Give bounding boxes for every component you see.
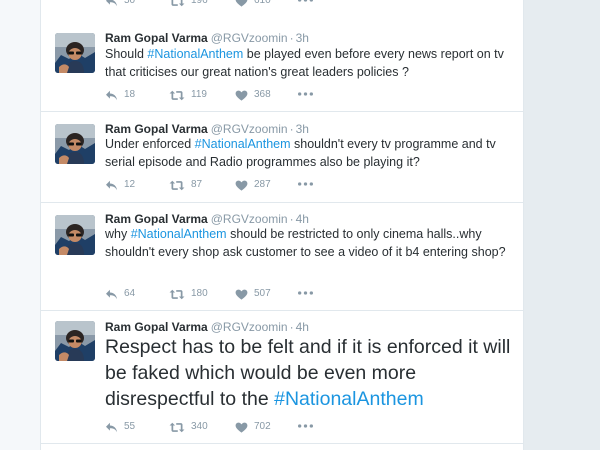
tweet-header: Ram Gopal Varma @RGVzoomin · 4h (105, 320, 309, 334)
like-count: 368 (254, 89, 271, 100)
tweet-text: Under enforced #NationalAnthem shouldn't… (105, 135, 510, 171)
retweet-button[interactable]: 119 (169, 87, 207, 104)
more-icon (298, 92, 313, 96)
tweet-timeline[interactable]: 50 196 610 Ram Gopal Varma @RGVzoomin · 3h … (40, 0, 524, 450)
retweet-count: 180 (191, 288, 208, 299)
reply-icon (105, 0, 118, 7)
reply-count: 55 (124, 421, 136, 432)
reply-icon (105, 422, 118, 433)
like-button[interactable]: 702 (235, 419, 271, 436)
tweet-header: Ram Gopal Varma @RGVzoomin · 3h (105, 31, 309, 45)
tweet-time[interactable]: 3h (296, 31, 309, 45)
tweet-1[interactable]: Ram Gopal Varma @RGVzoomin · 3h Should #Nat… (41, 21, 523, 112)
like-count: 702 (254, 421, 271, 432)
retweet-button[interactable]: 340 (169, 419, 208, 436)
heart-icon (235, 289, 248, 300)
reply-button[interactable]: 12 (105, 177, 135, 194)
profile-photo (55, 321, 95, 361)
like-button[interactable]: 287 (235, 177, 271, 194)
retweet-button[interactable]: 180 (169, 286, 208, 303)
reply-button[interactable]: 64 (105, 286, 135, 303)
tweet-text: why #NationalAnthem should be restricted… (105, 225, 510, 261)
avatar[interactable] (55, 33, 95, 73)
more-button[interactable] (298, 0, 319, 9)
heart-icon (235, 0, 248, 7)
author-name[interactable]: Ram Gopal Varma (105, 122, 208, 136)
like-count: 610 (254, 0, 271, 6)
reply-count: 50 (124, 0, 136, 6)
retweet-icon (169, 180, 185, 191)
tweet-time[interactable]: 4h (296, 320, 309, 334)
avatar[interactable] (55, 215, 95, 255)
more-icon (298, 182, 313, 186)
reply-button[interactable]: 55 (105, 419, 135, 436)
hashtag-link[interactable]: #NationalAnthem (147, 47, 243, 61)
like-button[interactable]: 610 (235, 0, 271, 10)
profile-photo (55, 124, 95, 164)
retweet-icon (169, 422, 185, 433)
retweet-count: 196 (191, 0, 208, 6)
author-handle[interactable]: @RGVzoomin (211, 31, 288, 45)
tweet-text-before: why (105, 227, 131, 241)
tweet-text-before: Under enforced (105, 137, 195, 151)
retweet-count: 87 (191, 179, 203, 190)
reply-button[interactable]: 50 (105, 0, 135, 10)
author-handle[interactable]: @RGVzoomin (211, 212, 288, 226)
like-count: 507 (254, 288, 271, 299)
profile-photo (55, 33, 95, 73)
retweet-button[interactable]: 196 (169, 0, 208, 10)
tweet-text: Respect has to be felt and if it is enfo… (105, 334, 515, 412)
avatar[interactable] (55, 124, 95, 164)
retweet-button[interactable]: 87 (169, 177, 202, 194)
reply-icon (105, 289, 118, 300)
tweet-partial-top[interactable]: 50 196 610 (41, 0, 523, 22)
reply-button[interactable]: 18 (105, 87, 135, 104)
heart-icon (235, 422, 248, 433)
tweet-2[interactable]: Ram Gopal Varma @RGVzoomin · 3h Under enfor… (41, 112, 523, 203)
more-button[interactable] (298, 177, 319, 193)
reply-count: 18 (124, 89, 136, 100)
more-icon (298, 291, 313, 295)
author-handle[interactable]: @RGVzoomin (211, 122, 288, 136)
more-button[interactable] (298, 286, 319, 302)
retweet-icon (169, 289, 185, 300)
page-background-right (522, 0, 600, 450)
tweet-4[interactable]: Ram Gopal Varma @RGVzoomin · 4h Respect has… (41, 311, 523, 444)
tweet-text: Should #NationalAnthem be played even be… (105, 45, 510, 81)
reply-count: 64 (124, 288, 136, 299)
more-button[interactable] (298, 87, 319, 103)
like-button[interactable]: 507 (235, 286, 271, 303)
author-name[interactable]: Ram Gopal Varma (105, 212, 208, 226)
author-name[interactable]: Ram Gopal Varma (105, 320, 208, 334)
more-button[interactable] (298, 419, 319, 435)
like-button[interactable]: 368 (235, 87, 271, 104)
more-icon (298, 0, 313, 2)
retweet-icon (169, 90, 185, 101)
reply-count: 12 (124, 179, 136, 190)
reply-icon (105, 180, 118, 191)
reply-icon (105, 90, 118, 101)
author-name[interactable]: Ram Gopal Varma (105, 31, 208, 45)
retweet-count: 119 (191, 89, 207, 100)
hashtag-link[interactable]: #NationalAnthem (131, 227, 227, 241)
tweet-time[interactable]: 3h (296, 122, 309, 136)
more-icon (298, 424, 313, 428)
heart-icon (235, 90, 248, 101)
avatar[interactable] (55, 321, 95, 361)
tweet-time[interactable]: 4h (296, 212, 309, 226)
author-handle[interactable]: @RGVzoomin (211, 320, 288, 334)
hashtag-link[interactable]: #NationalAnthem (274, 388, 424, 410)
retweet-count: 340 (191, 421, 208, 432)
tweet-text-before: Should (105, 47, 148, 61)
profile-photo (55, 215, 95, 255)
retweet-icon (169, 0, 185, 7)
hashtag-link[interactable]: #NationalAnthem (195, 137, 291, 151)
like-count: 287 (254, 179, 271, 190)
heart-icon (235, 180, 248, 191)
tweet-3[interactable]: Ram Gopal Varma @RGVzoomin · 4h why #Nation… (41, 203, 523, 311)
